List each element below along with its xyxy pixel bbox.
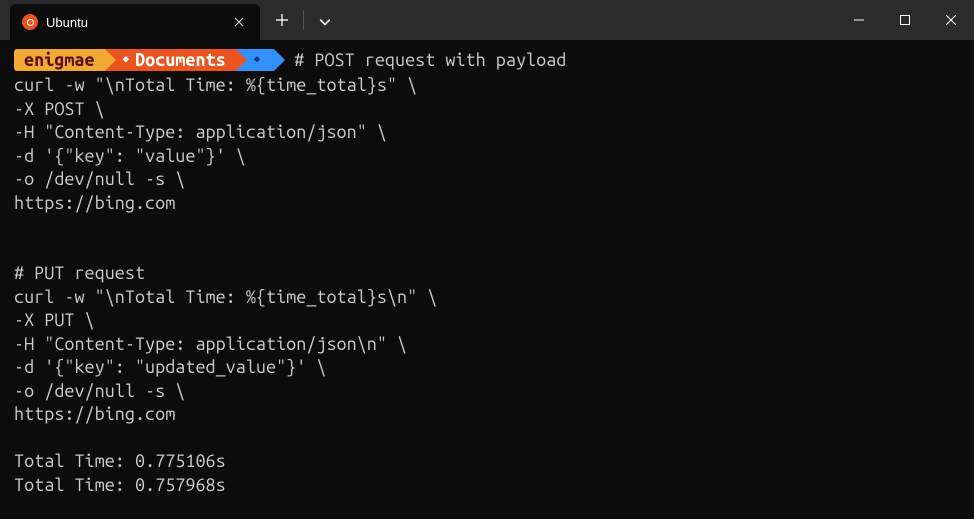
- minimize-button[interactable]: [836, 0, 882, 40]
- tab-actions: [266, 6, 341, 35]
- prompt-path: Documents: [135, 49, 226, 72]
- tab-ubuntu[interactable]: Ubuntu: [10, 4, 260, 40]
- window-controls: [836, 0, 974, 40]
- maximize-button[interactable]: [882, 0, 928, 40]
- titlebar: Ubuntu: [0, 0, 974, 40]
- terminal-output: curl -w "\nTotal Time: %{time_total}s" \…: [0, 74, 974, 497]
- tab-title: Ubuntu: [46, 15, 230, 30]
- git-icon: ◆: [254, 49, 260, 72]
- close-tab-button[interactable]: [230, 10, 248, 34]
- prompt-command: # POST request with payload: [294, 49, 566, 72]
- prompt-path-segment: ◆ Documents: [105, 49, 236, 71]
- close-window-button[interactable]: [928, 0, 974, 40]
- divider: [303, 11, 304, 29]
- ubuntu-icon: [22, 14, 38, 30]
- dropdown-button[interactable]: [309, 6, 341, 35]
- prompt-user: enigmae: [24, 49, 95, 72]
- terminal[interactable]: enigmae ◆ Documents ◆ # POST request wit…: [0, 40, 974, 497]
- prompt-user-segment: enigmae: [14, 49, 105, 71]
- new-tab-button[interactable]: [266, 6, 298, 35]
- folder-icon: ◆: [123, 49, 129, 72]
- prompt-line: enigmae ◆ Documents ◆ # POST request wit…: [0, 48, 974, 72]
